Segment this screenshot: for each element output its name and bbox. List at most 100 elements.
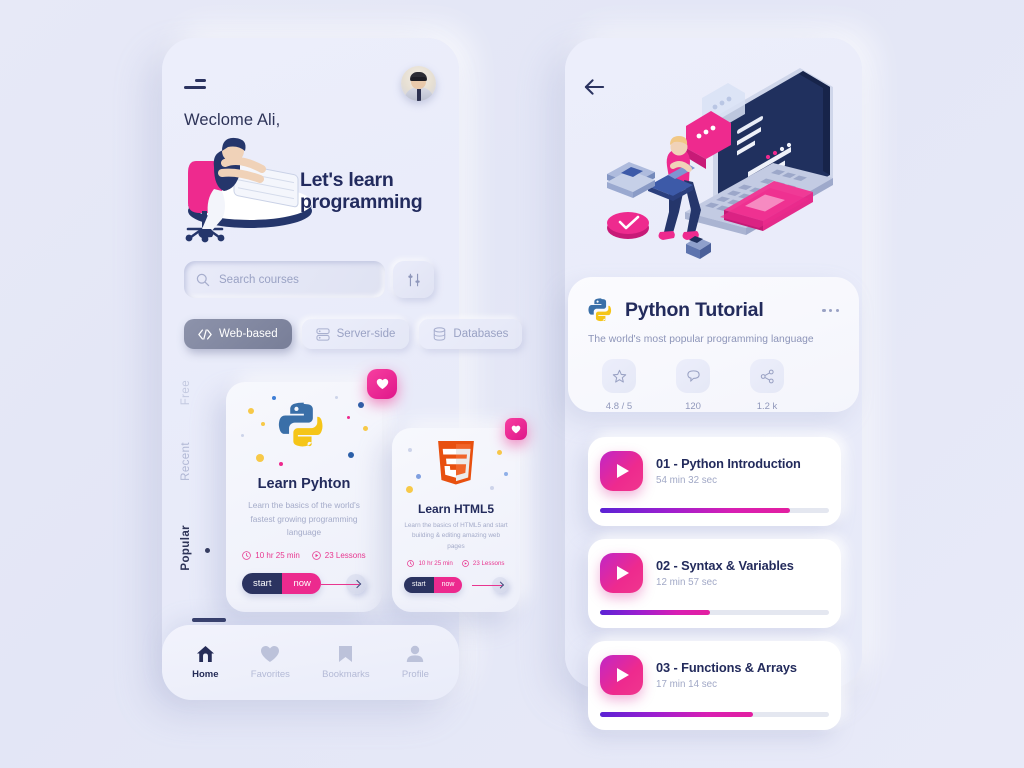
lesson-card[interactable]: 02 - Syntax & Variables 12 min 57 sec <box>588 539 841 628</box>
nav-item-home[interactable]: Home <box>192 645 219 680</box>
chip-label: Web-based <box>219 328 278 340</box>
lesson-card[interactable]: 03 - Functions & Arrays 17 min 14 sec <box>588 641 841 730</box>
tutorial-illustration <box>585 60 850 270</box>
play-button[interactable] <box>600 553 643 593</box>
active-filter-dot <box>205 548 210 553</box>
nav-active-indicator <box>192 618 226 622</box>
isometric-laptop-illustration <box>607 68 833 259</box>
lessons-text: 23 Lessons <box>472 559 505 567</box>
server-icon <box>316 327 330 341</box>
now-label: now <box>282 573 321 595</box>
lesson-duration: 54 min 32 sec <box>656 475 717 486</box>
start-label: start <box>404 576 434 593</box>
lesson-title: 01 - Python Introduction <box>656 456 801 471</box>
detail-header: Python Tutorial <box>568 277 859 324</box>
start-now-button[interactable]: start now <box>404 576 463 593</box>
heart-icon <box>511 425 521 433</box>
nav-label: Profile <box>401 669 429 680</box>
python-logo <box>278 402 323 447</box>
course-next-arrow[interactable] <box>320 573 366 594</box>
course-description: Learn the basics of HTML5 and start buil… <box>404 522 508 550</box>
course-card-html5[interactable]: Learn HTML5 Learn the basics of HTML5 an… <box>392 428 520 612</box>
play-circle-icon <box>461 559 469 567</box>
share-icon <box>750 359 784 393</box>
side-filter-recent[interactable]: Recent <box>180 442 192 481</box>
course-lessons: 23 Lessons <box>311 551 366 560</box>
lesson-progress-track[interactable] <box>600 507 829 513</box>
lesson-card[interactable]: 01 - Python Introduction 54 min 32 sec <box>588 437 841 526</box>
python-logo <box>588 298 612 322</box>
nav-item-profile[interactable]: Profile <box>402 645 429 680</box>
course-actions: start now <box>242 573 366 595</box>
search-bar[interactable] <box>184 261 385 298</box>
clock-icon <box>242 551 252 560</box>
stat-shares[interactable]: 1.2 k <box>750 359 784 412</box>
lesson-row: 01 - Python Introduction 54 min 32 sec <box>588 437 841 491</box>
stat-value: 1.2 k <box>756 401 778 412</box>
stat-comments[interactable]: 120 <box>676 359 710 412</box>
lesson-row: 02 - Syntax & Variables 12 min 57 sec <box>588 539 841 593</box>
start-now-button[interactable]: start now <box>242 573 321 595</box>
lesson-title: 02 - Syntax & Variables <box>656 558 794 573</box>
comment-icon <box>676 359 710 393</box>
start-label: start <box>242 573 283 595</box>
play-button[interactable] <box>600 655 643 695</box>
side-filter-rail: Free Recent Popular <box>180 380 210 580</box>
person-icon <box>407 645 424 662</box>
side-filter-popular[interactable]: Popular <box>180 525 192 571</box>
course-lessons: 23 Lessons <box>461 559 505 567</box>
lesson-progress-fill <box>600 711 754 717</box>
favorite-badge-python[interactable] <box>367 369 397 399</box>
lesson-progress-fill <box>600 609 710 615</box>
lesson-title: 03 - Functions & Arrays <box>656 660 797 675</box>
star-icon <box>602 359 636 393</box>
hamburger-menu-icon[interactable] <box>184 79 206 91</box>
tutorial-stats: 4.8 / 5 120 1.2 k <box>602 359 859 412</box>
category-chips: Web-based Server-side Databases <box>184 319 523 349</box>
lesson-progress-track[interactable] <box>600 609 829 615</box>
course-title: Learn HTML5 <box>417 502 494 516</box>
course-duration: 10 hr 25 min <box>407 559 453 567</box>
now-label: now <box>433 576 463 593</box>
favorite-badge-html5[interactable] <box>505 418 527 440</box>
chip-web-based[interactable]: Web-based <box>184 319 292 349</box>
filter-button[interactable] <box>393 261 434 298</box>
tutorial-subtitle: The world's most popular programming lan… <box>588 334 814 345</box>
course-card-python[interactable]: Learn Pyhton Learn the basics of the wor… <box>226 382 382 612</box>
tutorial-detail-card: Python Tutorial The world's most popular… <box>568 277 859 412</box>
search-input[interactable] <box>219 273 369 286</box>
more-options-button[interactable] <box>822 309 839 313</box>
stat-rating[interactable]: 4.8 / 5 <box>602 359 636 412</box>
play-button[interactable] <box>600 451 643 491</box>
lesson-progress-track[interactable] <box>600 711 829 717</box>
duration-text: 10 hr 25 min <box>255 551 300 561</box>
chip-label: Server-side <box>336 328 396 340</box>
chip-databases[interactable]: Databases <box>419 319 523 349</box>
nav-label: Bookmarks <box>322 669 370 680</box>
course-stats: 10 hr 25 min 23 Lessons <box>392 560 520 567</box>
course-duration: 10 hr 25 min <box>242 551 300 561</box>
html5-logo <box>438 441 474 485</box>
stat-value: 4.8 / 5 <box>605 401 633 412</box>
clock-icon <box>407 559 415 567</box>
chip-server-side[interactable]: Server-side <box>301 319 410 349</box>
heart-icon <box>261 646 280 662</box>
side-filter-free[interactable]: Free <box>180 380 192 405</box>
stat-value: 120 <box>685 401 701 412</box>
bookmark-icon <box>339 646 353 662</box>
nav-item-favorites[interactable]: Favorites <box>251 645 290 680</box>
database-icon <box>434 327 446 341</box>
course-next-arrow[interactable] <box>472 576 508 593</box>
search-icon <box>196 273 210 286</box>
hero-illustration: Let's learn programming <box>178 133 448 253</box>
nav-label: Favorites <box>250 669 290 680</box>
html5-card-artwork <box>392 428 520 500</box>
code-icon <box>198 328 212 340</box>
lesson-duration: 12 min 57 sec <box>656 577 717 588</box>
tutorial-title: Python Tutorial <box>625 299 764 321</box>
bottom-navigation: Home Favorites Bookmarks Profile <box>162 625 459 700</box>
course-title: Learn Pyhton <box>257 476 351 492</box>
user-avatar[interactable] <box>401 66 436 101</box>
duration-text: 10 hr 25 min <box>418 559 453 567</box>
nav-item-bookmarks[interactable]: Bookmarks <box>322 645 370 680</box>
